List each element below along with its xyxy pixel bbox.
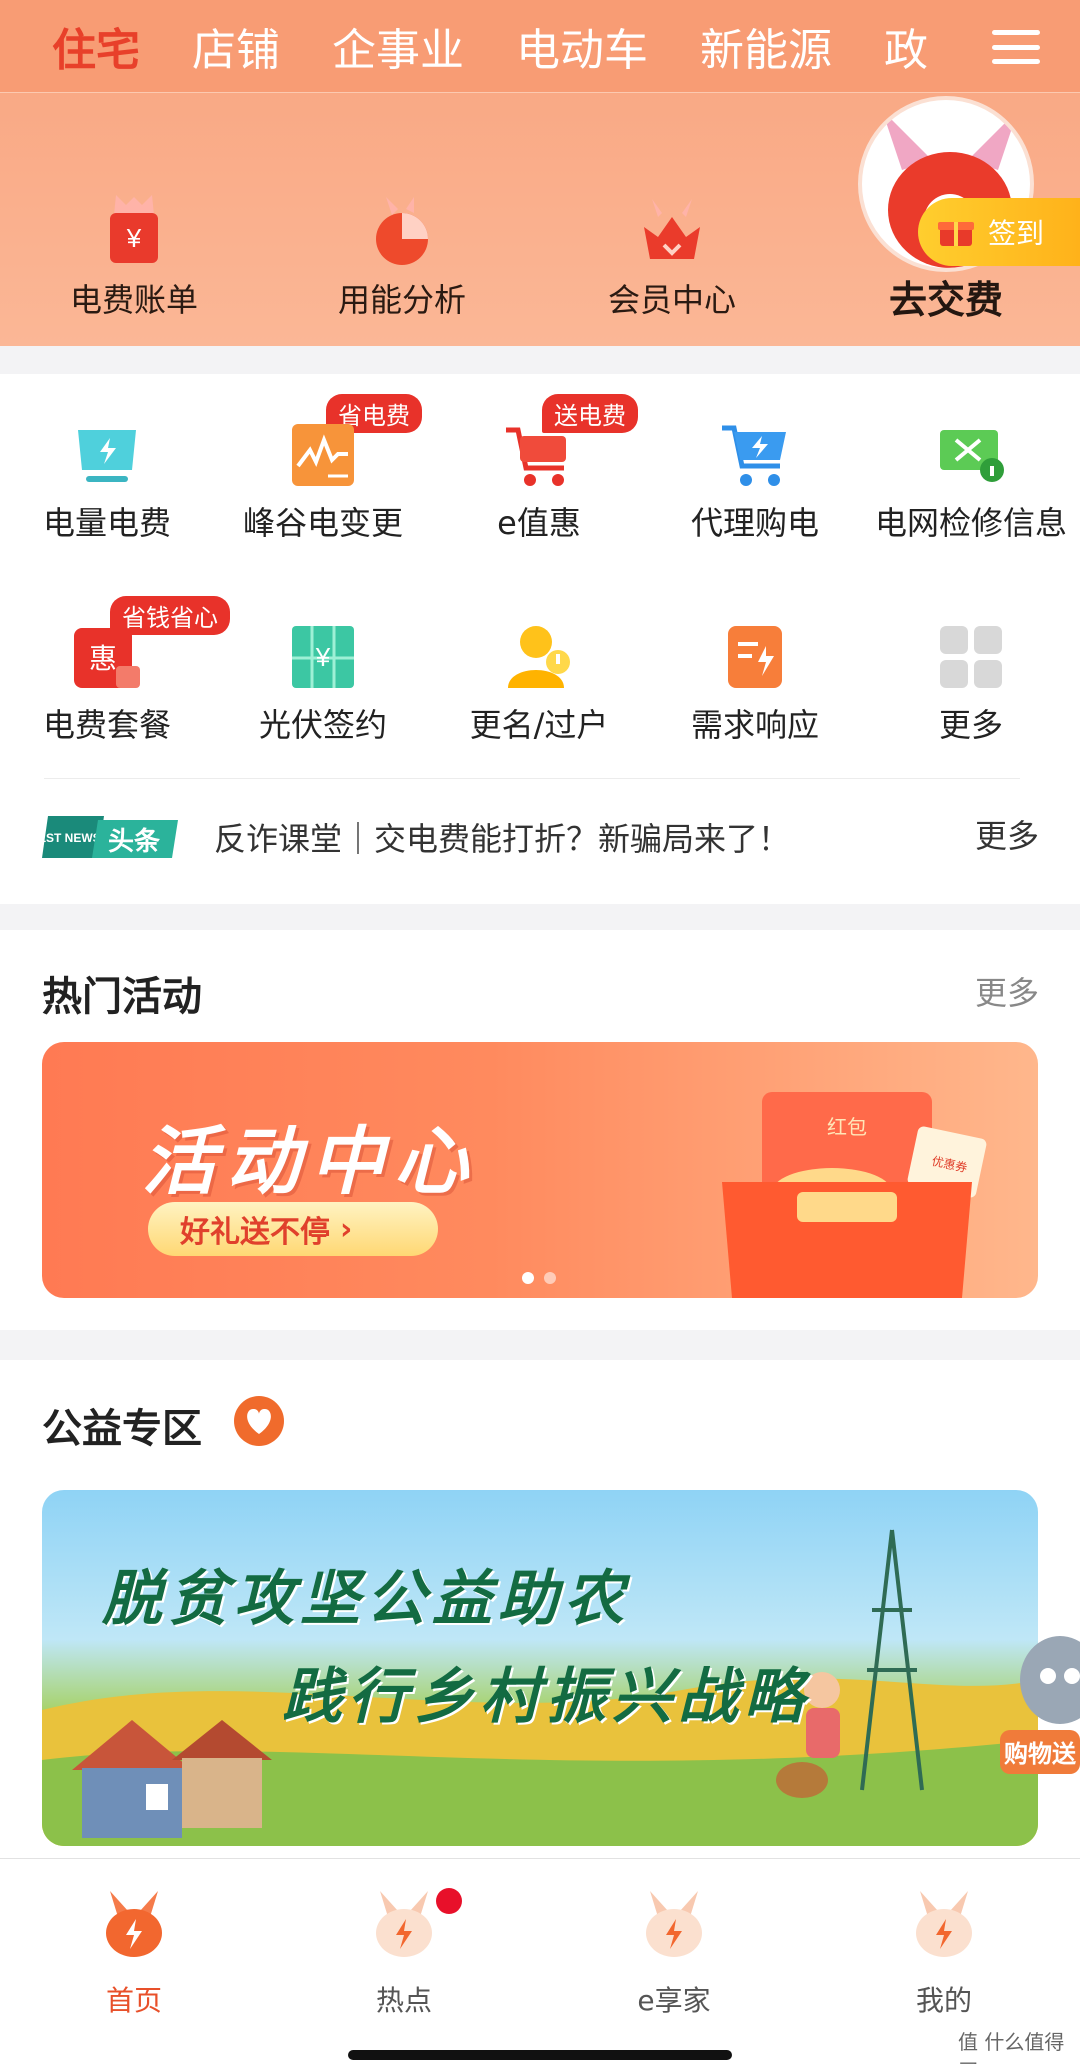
- activity-center-title: 活动中心: [142, 1119, 478, 1205]
- tab-government[interactable]: 政: [858, 14, 954, 78]
- home-rabbit-icon: [106, 1891, 162, 1957]
- grid-maintenance-icon: [940, 430, 1004, 482]
- more-grid-icon: [940, 626, 1002, 688]
- charity-banner[interactable]: 脱贫攻坚公益助农 践行乡村振兴战略: [42, 1490, 1038, 1846]
- demand-response-icon: [728, 626, 782, 688]
- svg-text:¥: ¥: [315, 642, 331, 672]
- activity-center-banner[interactable]: 活动中心 好礼送不停 › 红包 优惠券: [42, 1042, 1038, 1298]
- nav-hot-label: 热点: [375, 1984, 432, 2017]
- hot-rabbit-icon: [376, 1891, 432, 1957]
- pay-label[interactable]: 去交费: [866, 269, 1026, 324]
- service-demand-response-label: 需求响应: [690, 706, 819, 744]
- user-transfer-icon: [508, 626, 570, 688]
- news-badge: 1ST NEWS: [42, 831, 101, 845]
- e-home-rabbit-icon: [646, 1891, 702, 1957]
- nav-mine-label: 我的: [915, 1984, 972, 2017]
- hot-activities-title: 热门活动: [42, 974, 202, 1020]
- floating-shopping-label: 购物送: [1004, 1740, 1077, 1768]
- svg-text:惠: 惠: [89, 642, 117, 675]
- cart-bolt-icon: [722, 425, 786, 486]
- charity-banner-line2: 践行乡村振兴战略: [282, 1662, 810, 1732]
- service-more-label: 更多: [938, 706, 1003, 744]
- activity-center-button[interactable]: 好礼送不停 ›: [148, 1202, 438, 1256]
- activity-center-button-label: 好礼送不停: [180, 1215, 330, 1250]
- home-indicator[interactable]: [348, 2050, 732, 2060]
- peak-valley-icon: [292, 424, 354, 486]
- red-packet-label: 红包: [827, 1115, 867, 1139]
- service-solar-label: 光伏签约: [258, 706, 387, 744]
- service-e-value-label: e值惠: [497, 504, 581, 542]
- checkin-label: 签到: [988, 217, 1045, 250]
- tab-ev[interactable]: 电动车: [490, 14, 674, 78]
- news-headline[interactable]: 反诈课堂｜交电费能打折？新骗局来了！: [214, 814, 790, 860]
- nav-e-home-label: e享家: [637, 1984, 711, 2017]
- news-logo[interactable]: 1ST NEWS 头条: [42, 814, 178, 860]
- notification-dot: [436, 1888, 462, 1914]
- gift-box-illustration: 红包 优惠券: [722, 1092, 987, 1298]
- service-rename-transfer-label: 更名/过户: [469, 706, 609, 744]
- service-grid-maintenance-label: 电网检修信息: [874, 504, 1067, 542]
- cart-icon: [506, 427, 566, 486]
- chevron-right-icon: ›: [340, 1211, 353, 1247]
- hot-activities-section: 热门活动 更多 活动中心 好礼送不停 › 红包 优惠券: [0, 930, 1080, 1330]
- nav-home-label: 首页: [105, 1984, 162, 2017]
- watermark: 值 什么值得买: [958, 2030, 1065, 2064]
- quick-analysis-label: 用能分析: [337, 281, 466, 319]
- service-proxy-purchase-label: 代理购电: [690, 504, 819, 542]
- checkin-button[interactable]: 签到: [918, 198, 1080, 266]
- gift-icon: [938, 222, 974, 246]
- heart-icon: [234, 1396, 284, 1446]
- carousel-dots: [522, 1272, 556, 1284]
- news-more-link[interactable]: 更多: [975, 811, 1039, 857]
- charity-title: 公益专区: [42, 1406, 202, 1452]
- bottom-nav: 首页 热点 e享家 我的: [0, 1858, 1080, 2064]
- bill-icon: ¥: [110, 195, 158, 263]
- svg-text:¥: ¥: [126, 223, 142, 253]
- quick-member-label: 会员中心: [607, 281, 736, 319]
- charity-banner-line1: 脱贫攻坚公益助农: [102, 1564, 630, 1634]
- quick-bill-label: 电费账单: [69, 281, 198, 319]
- news-logo-text: 头条: [108, 827, 161, 857]
- hot-activities-more[interactable]: 更多: [975, 968, 1039, 1014]
- service-peak-valley-label: 峰谷电变更: [242, 504, 403, 542]
- divider: [44, 778, 1020, 779]
- mine-rabbit-icon: [916, 1891, 972, 1957]
- analysis-icon: [376, 197, 428, 265]
- charity-section: 公益专区 脱贫攻坚公益助农 践行乡村振兴战略: [0, 1360, 1080, 1860]
- monitor-bolt-icon: [78, 430, 136, 482]
- solar-icon: ¥: [292, 626, 354, 688]
- tab-new-energy[interactable]: 新能源: [674, 14, 858, 78]
- menu-icon[interactable]: [992, 30, 1040, 64]
- service-package-label: 电费套餐: [42, 706, 171, 744]
- member-icon: [644, 199, 700, 259]
- top-tab-bar: 住宅 店铺 企事业 电动车 新能源 政: [0, 0, 1080, 92]
- package-icon: 惠: [74, 628, 140, 688]
- floating-shopping-badge[interactable]: 购物送: [1000, 1620, 1080, 1800]
- tab-shop[interactable]: 店铺: [166, 14, 306, 78]
- service-electricity-label: 电量电费: [42, 504, 171, 542]
- service-grid: 电量电费 省电费 峰谷电变更 送电费 e值惠 代理购电 电网检修信息 省钱省心 …: [0, 374, 1080, 904]
- tab-residential[interactable]: 住宅: [26, 14, 166, 78]
- tab-enterprise[interactable]: 企事业: [306, 14, 490, 78]
